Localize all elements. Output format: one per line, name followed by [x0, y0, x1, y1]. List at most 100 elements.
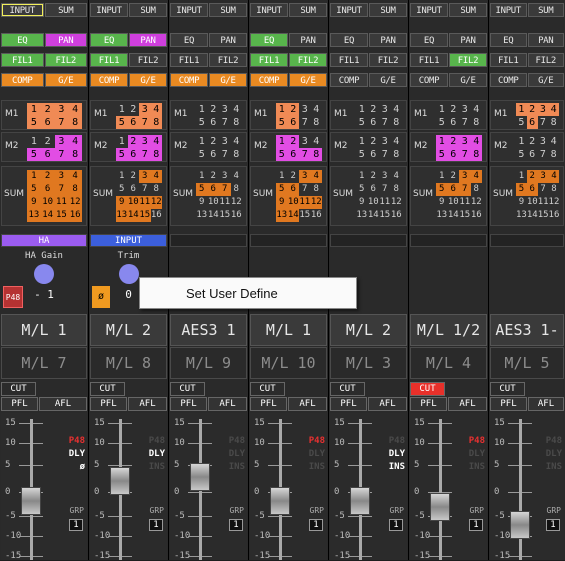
group-select[interactable]: 1 — [389, 519, 403, 531]
input-button[interactable]: INPUT — [170, 3, 208, 17]
fil2-button[interactable]: FIL2 — [289, 53, 327, 67]
bus-cell[interactable]: 8 — [150, 148, 162, 161]
fil1-button[interactable]: FIL1 — [410, 53, 448, 67]
cut-button[interactable]: CUT — [490, 382, 525, 396]
bus-cell[interactable]: 7 — [139, 116, 151, 129]
channel-name-secondary[interactable]: M/L 9 — [170, 347, 247, 379]
sum-cell[interactable]: 1 — [356, 170, 368, 183]
bus-cell[interactable]: 6 — [368, 116, 380, 129]
afl-button[interactable]: AFL — [39, 397, 87, 411]
group-select[interactable]: 1 — [69, 519, 83, 531]
bus-cell[interactable]: 1 — [27, 103, 41, 116]
afl-button[interactable]: AFL — [128, 397, 167, 411]
cut-button[interactable]: CUT — [250, 382, 285, 396]
sum-cell[interactable]: 2 — [128, 170, 140, 183]
gate-expander-button[interactable]: G/E — [289, 73, 327, 87]
bus-cell[interactable]: 5 — [196, 148, 208, 161]
sum-cell[interactable]: 2 — [208, 170, 220, 183]
sum-cell[interactable]: 15 — [139, 209, 151, 222]
sum-cell[interactable]: 4 — [470, 170, 482, 183]
bus-cell[interactable]: 7 — [538, 116, 549, 129]
bus-cell[interactable]: 7 — [54, 148, 69, 161]
gate-expander-button[interactable]: G/E — [369, 73, 407, 87]
bus-cell[interactable]: 2 — [368, 103, 380, 116]
channel-name-secondary[interactable]: M/L 8 — [90, 347, 167, 379]
channel-name-secondary[interactable]: M/L 3 — [330, 347, 407, 379]
group-select[interactable]: 1 — [546, 519, 560, 531]
sum-cell[interactable]: 6 — [447, 183, 459, 196]
fil2-button[interactable]: FIL2 — [527, 53, 564, 67]
bus-cell[interactable]: 1 — [516, 135, 527, 148]
mix2-bus-assign[interactable]: M2 1 2 3 4 5 6 7 8 — [90, 132, 167, 162]
mix2-bus-assign[interactable]: M2 1 2 3 4 5 6 7 8 — [1, 132, 87, 162]
bus-cell[interactable]: 8 — [311, 116, 323, 129]
comp-button[interactable]: COMP — [170, 73, 208, 87]
bus-cell[interactable]: 7 — [459, 116, 471, 129]
gate-expander-button[interactable]: G/E — [44, 73, 87, 87]
bus-cell[interactable]: 5 — [276, 116, 288, 129]
assign-slot[interactable]: HA — [1, 234, 87, 247]
afl-button[interactable]: AFL — [448, 397, 487, 411]
set-user-define-menu-item[interactable]: Set User Define — [186, 286, 278, 301]
channel-name-secondary[interactable]: M/L 5 — [490, 347, 564, 379]
bus-cell[interactable]: 1 — [356, 135, 368, 148]
sum-button[interactable]: SUM — [44, 3, 87, 17]
sum-cell[interactable]: 4 — [548, 170, 560, 183]
comp-button[interactable]: COMP — [250, 73, 288, 87]
sum-cell[interactable]: 10 — [287, 196, 299, 209]
sum-cell[interactable]: 8 — [68, 183, 82, 196]
sum-cell[interactable]: 14 — [287, 209, 299, 222]
pfl-button[interactable]: PFL — [90, 397, 127, 411]
sum-cell[interactable]: 12 — [471, 196, 483, 209]
sum-cell[interactable]: 9 — [196, 196, 208, 209]
bus-cell[interactable]: 1 — [116, 103, 128, 116]
sum-cell[interactable]: 7 — [379, 183, 391, 196]
bus-cell[interactable]: 4 — [391, 103, 403, 116]
bus-cell[interactable]: 5 — [516, 148, 527, 161]
bus-cell[interactable]: 1 — [196, 103, 208, 116]
sum-cell[interactable]: 12 — [549, 196, 560, 209]
sum-cell[interactable]: 12 — [68, 196, 82, 209]
bus-cell[interactable]: 1 — [196, 135, 208, 148]
channel-name[interactable]: M/L 1 — [250, 314, 327, 346]
bus-cell[interactable]: 3 — [54, 135, 69, 148]
bus-cell[interactable]: 3 — [459, 135, 471, 148]
sum-cell[interactable]: 7 — [139, 183, 151, 196]
sum-cell[interactable]: 5 — [27, 183, 41, 196]
channel-name[interactable]: AES3 1-1 — [490, 314, 564, 369]
sum-cell[interactable]: 15 — [459, 209, 471, 222]
mix2-bus-assign[interactable]: M2 1 2 3 4 5 6 7 8 — [250, 132, 327, 162]
bus-cell[interactable]: 2 — [287, 135, 299, 148]
channel-name-secondary[interactable]: M/L 4 — [410, 347, 487, 379]
fil1-button[interactable]: FIL1 — [90, 53, 128, 67]
sum-cell[interactable]: 3 — [299, 170, 311, 183]
sum-cell[interactable]: 16 — [549, 209, 560, 222]
sum-cell[interactable]: 12 — [150, 196, 162, 209]
fil2-button[interactable]: FIL2 — [209, 53, 247, 67]
bus-cell[interactable]: 4 — [231, 103, 243, 116]
bus-cell[interactable]: 1 — [116, 135, 128, 148]
bus-cell[interactable]: 1 — [276, 135, 288, 148]
pfl-button[interactable]: PFL — [170, 397, 207, 411]
bus-cell[interactable]: 4 — [311, 135, 323, 148]
input-button[interactable]: INPUT — [410, 3, 448, 17]
input-button[interactable]: INPUT — [330, 3, 368, 17]
sum-button[interactable]: SUM — [369, 3, 407, 17]
bus-cell[interactable]: 4 — [311, 103, 323, 116]
bus-cell[interactable]: 1 — [356, 103, 368, 116]
sum-cell[interactable]: 16 — [151, 209, 163, 222]
bus-cell[interactable]: 4 — [391, 135, 403, 148]
bus-cell[interactable]: 6 — [287, 116, 299, 129]
bus-cell[interactable]: 5 — [436, 116, 448, 129]
assign-slot[interactable] — [410, 234, 487, 247]
bus-cell[interactable]: 2 — [527, 135, 538, 148]
sum-cell[interactable]: 15 — [379, 209, 391, 222]
sum-cell[interactable]: 14 — [527, 209, 538, 222]
input-button[interactable]: INPUT — [250, 3, 288, 17]
sum-cell[interactable]: 16 — [471, 209, 483, 222]
pfl-button[interactable]: PFL — [410, 397, 447, 411]
sum-cell[interactable]: 11 — [379, 196, 391, 209]
mix1-bus-assign[interactable]: M1 1 2 3 4 5 6 7 8 — [490, 100, 564, 130]
bus-cell[interactable]: 3 — [299, 103, 311, 116]
sum-cell[interactable]: 1 — [196, 170, 208, 183]
